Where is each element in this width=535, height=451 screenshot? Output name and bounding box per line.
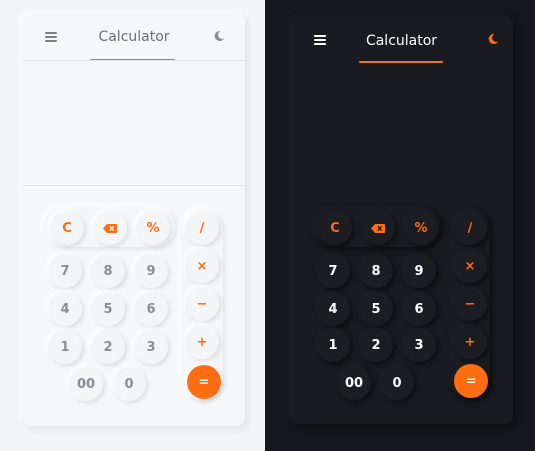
page-title: Calculator — [365, 33, 438, 49]
light-theme-panel: Calculator C % / × − + = 7 8 9 4 5 6 1 2… — [0, 0, 265, 451]
clear-button[interactable]: C — [318, 211, 352, 245]
digit-6-button[interactable]: 6 — [402, 292, 436, 326]
header: Calculator — [23, 14, 245, 60]
divide-button[interactable]: / — [453, 211, 487, 245]
minus-button[interactable]: − — [185, 287, 219, 321]
digit-2-button[interactable]: 2 — [91, 330, 125, 364]
digit-0-button[interactable]: 0 — [112, 367, 146, 401]
digit-8-button[interactable]: 8 — [91, 254, 125, 288]
multiply-button[interactable]: × — [453, 249, 487, 283]
digit-0-button[interactable]: 0 — [380, 366, 414, 400]
multiply-button[interactable]: × — [185, 249, 219, 283]
plus-button[interactable]: + — [185, 325, 219, 359]
digit-1-button[interactable]: 1 — [48, 330, 82, 364]
header: Calculator — [290, 16, 513, 62]
digit-7-button[interactable]: 7 — [316, 254, 350, 288]
equals-button[interactable]: = — [187, 365, 221, 399]
divide-button[interactable]: / — [185, 211, 219, 245]
digit-1-button[interactable]: 1 — [316, 328, 350, 362]
backspace-icon — [371, 223, 385, 233]
dark-theme-panel: Calculator C % / × − + = 7 8 9 4 5 6 1 2… — [265, 0, 535, 451]
digit-6-button[interactable]: 6 — [134, 292, 168, 326]
moon-icon[interactable] — [213, 30, 225, 42]
digit-7-button[interactable]: 7 — [48, 254, 82, 288]
plus-button[interactable]: + — [453, 325, 487, 359]
double-zero-button[interactable]: 00 — [337, 366, 371, 400]
digit-3-button[interactable]: 3 — [134, 330, 168, 364]
header-divider — [23, 60, 245, 61]
backspace-button[interactable] — [361, 211, 395, 245]
backspace-button[interactable] — [93, 211, 127, 245]
clear-button[interactable]: C — [50, 211, 84, 245]
display-divider — [23, 185, 245, 186]
digit-9-button[interactable]: 9 — [402, 254, 436, 288]
calculator-card-light: Calculator C % / × − + = 7 8 9 4 5 6 1 2… — [23, 14, 245, 426]
backspace-icon — [103, 223, 117, 233]
calculator-card-dark: Calculator C % / × − + = 7 8 9 4 5 6 1 2… — [290, 16, 513, 424]
digit-5-button[interactable]: 5 — [91, 292, 125, 326]
digit-4-button[interactable]: 4 — [316, 292, 350, 326]
digit-2-button[interactable]: 2 — [359, 328, 393, 362]
digit-9-button[interactable]: 9 — [134, 254, 168, 288]
equals-button[interactable]: = — [454, 364, 488, 398]
digit-3-button[interactable]: 3 — [402, 328, 436, 362]
title-underline — [359, 61, 443, 63]
minus-button[interactable]: − — [453, 287, 487, 321]
percent-button[interactable]: % — [404, 211, 438, 245]
page-title: Calculator — [98, 29, 170, 45]
digit-4-button[interactable]: 4 — [48, 292, 82, 326]
double-zero-button[interactable]: 00 — [69, 367, 103, 401]
moon-icon[interactable] — [487, 33, 499, 45]
percent-button[interactable]: % — [136, 211, 170, 245]
digit-5-button[interactable]: 5 — [359, 292, 393, 326]
digit-8-button[interactable]: 8 — [359, 254, 393, 288]
